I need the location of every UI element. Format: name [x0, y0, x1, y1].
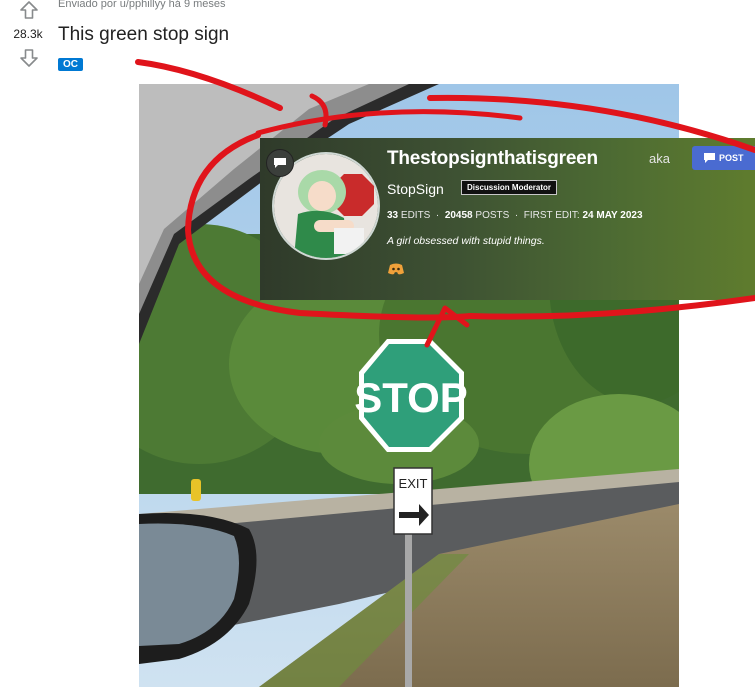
profile-card: Thestopsignthatisgreen aka POST StopSign…: [260, 138, 755, 300]
vote-count: 28.3k: [13, 27, 43, 41]
edits-count: 33: [387, 210, 399, 221]
exit-sign-text: EXIT: [399, 476, 428, 491]
downvote-arrow-icon[interactable]: [19, 48, 39, 68]
posts-count: 20458: [444, 210, 473, 221]
upvote-arrow-icon[interactable]: [19, 0, 39, 20]
discord-icon[interactable]: [388, 263, 404, 275]
edits-label: EDITS: [400, 210, 431, 221]
profile-aka: aka: [649, 151, 670, 166]
first-edit-date: 24 MAY 2023: [582, 210, 643, 221]
stop-sign-text: STOP: [354, 374, 468, 421]
profile-stats: 33 EDITS · 20458 POSTS · FIRST EDIT: 24 …: [387, 210, 643, 221]
post-meta: Enviado por u/pphillyy há 9 meses: [58, 0, 226, 10]
first-edit-label: FIRST EDIT:: [523, 210, 580, 221]
post-icon: [704, 153, 715, 163]
role-badge: Discussion Moderator: [461, 180, 558, 195]
post-button-label: POST: [719, 153, 744, 163]
post-title[interactable]: This green stop sign: [58, 24, 229, 46]
profile-alias: StopSign: [387, 181, 444, 197]
posts-label: POSTS: [475, 210, 510, 221]
profile-username[interactable]: Thestopsignthatisgreen: [387, 148, 598, 170]
profile-bio: A girl obsessed with stupid things.: [387, 235, 545, 247]
chat-bubble-icon[interactable]: [266, 149, 294, 177]
post-flair[interactable]: OC: [58, 58, 83, 71]
post-button[interactable]: POST: [692, 146, 755, 170]
